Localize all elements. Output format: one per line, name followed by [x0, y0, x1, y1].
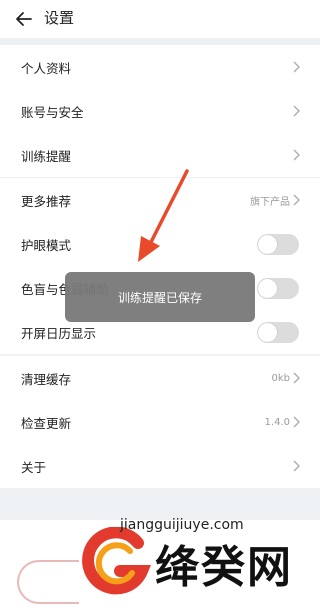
- watermark-url: jiangguijiuye.com: [120, 517, 244, 533]
- toggle-knob: [258, 234, 277, 254]
- row-value: 旗下产品: [250, 196, 290, 208]
- chevron-right-icon: [293, 460, 300, 472]
- row-value: 0kb: [271, 372, 290, 384]
- row-label: 护眼模式: [21, 237, 72, 253]
- partial-button: [17, 560, 79, 604]
- page-title: 设置: [44, 9, 75, 27]
- row-label: 开屏日历显示: [21, 325, 97, 341]
- account-settings-group: 个人资料 账号与安全 训练提醒: [0, 45, 320, 177]
- row-label: 清理缓存: [21, 371, 72, 387]
- chevron-right-icon: [293, 416, 300, 428]
- row-about[interactable]: 关于: [0, 444, 320, 488]
- row-more-recommend[interactable]: 更多推荐 旗下产品: [0, 178, 320, 222]
- row-clear-cache[interactable]: 清理缓存 0kb: [0, 356, 320, 400]
- chevron-right-icon: [293, 372, 300, 384]
- chevron-right-icon: [293, 149, 300, 161]
- recommend-group: 更多推荐 旗下产品: [0, 178, 320, 222]
- chevron-right-icon: [293, 194, 300, 206]
- watermark-site-name: 绛癸网: [155, 542, 293, 593]
- row-label: 检查更新: [21, 415, 72, 431]
- toggle-knob: [258, 278, 277, 298]
- row-label: 更多推荐: [21, 193, 72, 209]
- row-eye-protection: 护眼模式: [0, 222, 320, 266]
- calendar-display-toggle[interactable]: [257, 321, 299, 343]
- row-account-security[interactable]: 账号与安全: [0, 89, 320, 133]
- color-blind-toggle[interactable]: [257, 277, 299, 299]
- system-group: 清理缓存 0kb 检查更新 1.4.0 关于: [0, 356, 320, 488]
- row-label: 个人资料: [21, 60, 72, 76]
- top-bar: 设置: [0, 0, 320, 38]
- watermark-logo-icon: [82, 527, 151, 595]
- row-profile[interactable]: 个人资料: [0, 45, 320, 89]
- row-check-update[interactable]: 检查更新 1.4.0: [0, 400, 320, 444]
- toggle-knob: [258, 322, 277, 342]
- eye-protection-toggle[interactable]: [257, 233, 299, 255]
- back-arrow-icon[interactable]: [14, 9, 34, 29]
- row-label: 账号与安全: [21, 104, 84, 120]
- toast-message: 训练提醒已保存: [65, 272, 255, 322]
- row-label: 关于: [21, 459, 47, 475]
- chevron-right-icon: [293, 105, 300, 117]
- row-value: 1.4.0: [264, 416, 290, 428]
- chevron-right-icon: [293, 61, 300, 73]
- row-label: 训练提醒: [21, 148, 72, 164]
- row-training-reminder[interactable]: 训练提醒: [0, 133, 320, 177]
